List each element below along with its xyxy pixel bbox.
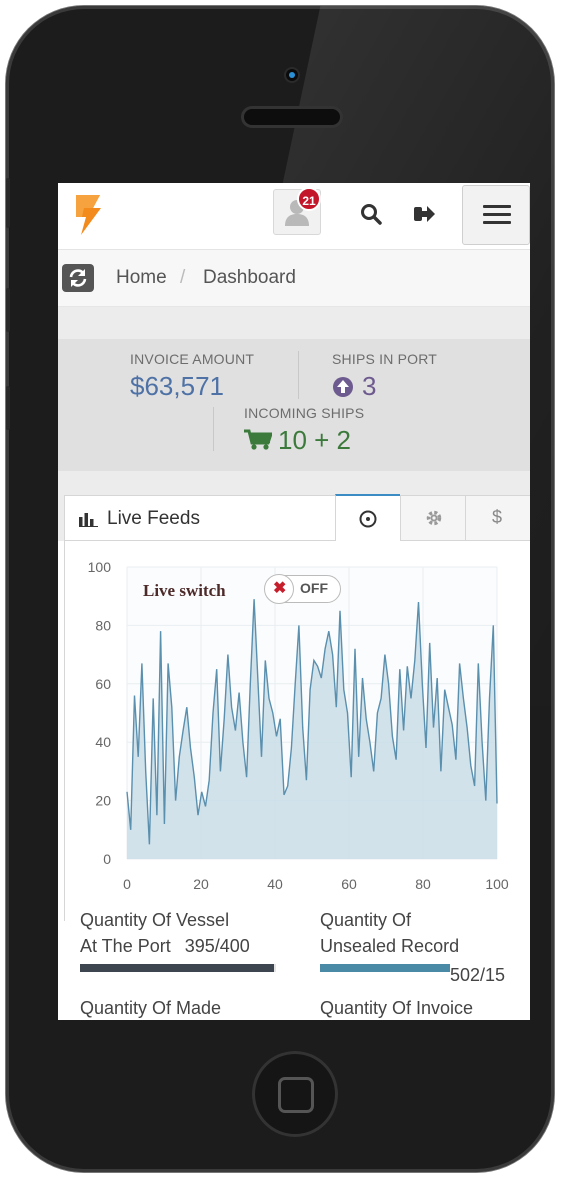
progress-value: 395/400 bbox=[184, 936, 250, 956]
phone-device: 21 Home / Dashboard INVOICE AMOUNT $63,5… bbox=[6, 6, 554, 1172]
menu-toggle-button[interactable] bbox=[462, 185, 530, 245]
breadcrumb-home-link[interactable]: Home bbox=[116, 267, 167, 289]
arrow-up-circle-icon bbox=[333, 377, 353, 397]
clock-icon bbox=[359, 510, 377, 528]
stats-summary: INVOICE AMOUNT $63,571 SHIPS IN PORT 3 I… bbox=[58, 339, 530, 471]
notification-badge: 21 bbox=[297, 187, 321, 211]
x-tick-label: 80 bbox=[415, 876, 431, 892]
incoming-ships-label: INCOMING SHIPS bbox=[244, 405, 365, 421]
ships-in-port-label: SHIPS IN PORT bbox=[332, 351, 438, 367]
progress-bar-vessel bbox=[80, 964, 276, 972]
breadcrumb-separator: / bbox=[180, 267, 186, 288]
volume-down-button bbox=[6, 386, 10, 430]
tab-clock[interactable] bbox=[335, 494, 400, 542]
menu-icon bbox=[483, 205, 511, 208]
y-tick-label: 100 bbox=[88, 559, 112, 575]
panel-title: Live Feeds bbox=[107, 508, 200, 529]
progress-label-line: Unsealed Record bbox=[320, 936, 460, 956]
breadcrumb: Home / Dashboard bbox=[58, 250, 530, 307]
panel-tabbar: Live Feeds $ bbox=[64, 494, 530, 542]
refresh-button[interactable] bbox=[62, 264, 94, 292]
top-navbar: 21 bbox=[58, 183, 530, 250]
brand-logo[interactable] bbox=[74, 193, 104, 237]
live-switch-state: OFF bbox=[300, 580, 328, 596]
y-tick-label: 60 bbox=[95, 676, 111, 692]
ships-in-port-value: 3 bbox=[362, 371, 377, 401]
y-tick-label: 80 bbox=[95, 617, 111, 633]
progress-label: Quantity Of Unsealed Record bbox=[320, 907, 459, 959]
stat-divider bbox=[213, 407, 214, 451]
progress-label: Quantity Of Made bbox=[80, 995, 221, 1020]
live-feed-chart: 0 20 40 60 80 100 0 20 40 60 80 100 Live switch ✖ O… bbox=[64, 541, 530, 921]
progress-bar-fill bbox=[320, 964, 450, 972]
search-icon[interactable] bbox=[360, 203, 382, 225]
app-screen: 21 Home / Dashboard INVOICE AMOUNT $63,5… bbox=[58, 183, 530, 1020]
live-switch-toggle[interactable]: ✖ OFF bbox=[264, 574, 341, 604]
logout-icon[interactable] bbox=[414, 205, 436, 223]
x-tick-label: 40 bbox=[267, 876, 283, 892]
invoice-amount-value: $63,571 bbox=[130, 371, 224, 401]
x-tick-label: 100 bbox=[485, 876, 509, 892]
incoming-ships-value: 10 + 2 bbox=[278, 425, 352, 455]
y-tick-label: 20 bbox=[95, 793, 111, 809]
stat-divider bbox=[298, 351, 299, 399]
tab-dollar[interactable]: $ bbox=[465, 496, 530, 540]
bar-chart-icon bbox=[79, 513, 98, 527]
progress-label-line: Quantity Of bbox=[320, 910, 412, 930]
progress-label-line: At The Port bbox=[80, 936, 171, 956]
breadcrumb-current: Dashboard bbox=[203, 267, 296, 288]
stats-top-spacer bbox=[58, 307, 530, 339]
earpiece-speaker bbox=[244, 109, 340, 125]
x-tick-label: 60 bbox=[341, 876, 357, 892]
close-icon: ✖ bbox=[264, 574, 294, 604]
mute-switch bbox=[6, 178, 10, 228]
refresh-icon bbox=[69, 269, 87, 287]
progress-label-line: Quantity Of Made bbox=[80, 998, 222, 1018]
volume-up-button bbox=[6, 288, 10, 332]
y-tick-label: 40 bbox=[95, 734, 111, 750]
progress-bar-fill bbox=[80, 964, 274, 972]
cart-icon bbox=[244, 429, 272, 450]
progress-bar-unsealed bbox=[320, 964, 450, 972]
live-feeds-panel-header: Live Feeds $ bbox=[58, 471, 530, 542]
x-tick-label: 0 bbox=[123, 876, 131, 892]
tab-settings[interactable] bbox=[400, 496, 465, 540]
progress-value: 502/15 bbox=[450, 965, 506, 985]
x-tick-label: 20 bbox=[193, 876, 209, 892]
tab-dollar-label: $ bbox=[492, 507, 503, 527]
home-button[interactable] bbox=[252, 1051, 338, 1137]
gear-icon bbox=[426, 510, 442, 526]
progress-label-line: Quantity Of Invoice bbox=[320, 998, 474, 1018]
progress-label-line: Quantity Of Vessel bbox=[80, 910, 230, 930]
front-camera bbox=[286, 69, 298, 81]
progress-label: Quantity Of Vessel At The Port 395/400 bbox=[80, 907, 250, 959]
y-tick-label: 0 bbox=[103, 851, 111, 867]
invoice-amount-label: INVOICE AMOUNT bbox=[130, 351, 255, 367]
live-switch-label: Live switch bbox=[143, 581, 226, 600]
progress-label: Quantity Of Invoice bbox=[320, 995, 473, 1020]
